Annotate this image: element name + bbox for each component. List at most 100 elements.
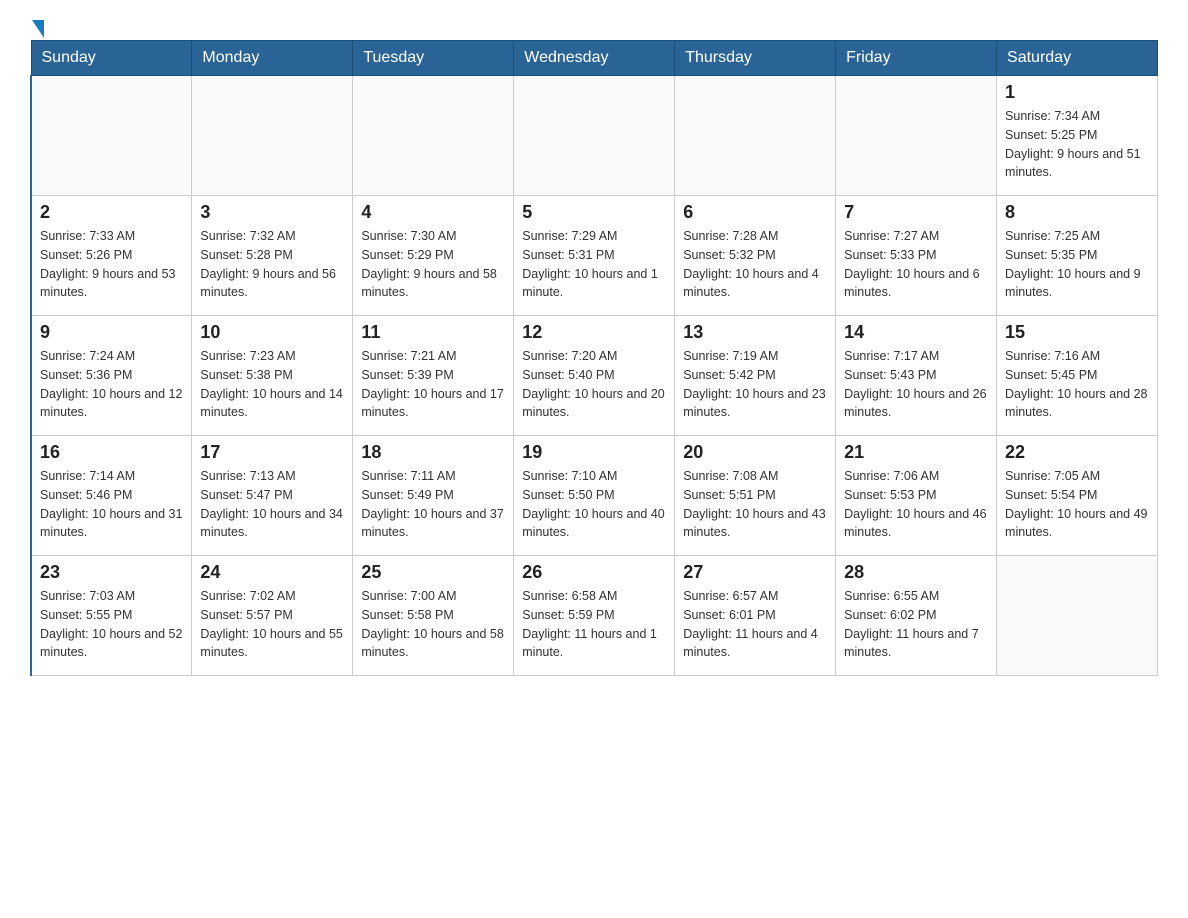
day-info-text: Daylight: 10 hours and 37 minutes. — [361, 505, 505, 543]
day-info-text: Sunset: 5:46 PM — [40, 486, 183, 505]
day-info-text: Sunset: 5:50 PM — [522, 486, 666, 505]
day-number: 9 — [40, 322, 183, 343]
day-info-text: Daylight: 10 hours and 40 minutes. — [522, 505, 666, 543]
day-info-text: Sunset: 5:32 PM — [683, 246, 827, 265]
day-info-text: Sunset: 5:47 PM — [200, 486, 344, 505]
day-info-text: Daylight: 10 hours and 58 minutes. — [361, 625, 505, 663]
day-info-text: Daylight: 10 hours and 55 minutes. — [200, 625, 344, 663]
day-info-text: Daylight: 11 hours and 1 minute. — [522, 625, 666, 663]
day-info-text: Daylight: 10 hours and 49 minutes. — [1005, 505, 1149, 543]
day-info-text: Sunrise: 7:34 AM — [1005, 107, 1149, 126]
calendar-header-row: SundayMondayTuesdayWednesdayThursdayFrid… — [31, 41, 1158, 76]
day-info-text: Sunrise: 7:25 AM — [1005, 227, 1149, 246]
day-info-text: Sunrise: 6:58 AM — [522, 587, 666, 606]
calendar-day-cell: 14Sunrise: 7:17 AMSunset: 5:43 PMDayligh… — [836, 316, 997, 436]
calendar-day-cell — [514, 76, 675, 196]
day-info-text: Sunset: 5:26 PM — [40, 246, 183, 265]
day-info-text: Sunrise: 7:06 AM — [844, 467, 988, 486]
day-number: 28 — [844, 562, 988, 583]
day-number: 24 — [200, 562, 344, 583]
calendar-day-cell: 16Sunrise: 7:14 AMSunset: 5:46 PMDayligh… — [31, 436, 192, 556]
day-info-text: Sunrise: 7:11 AM — [361, 467, 505, 486]
day-info-text: Sunrise: 7:10 AM — [522, 467, 666, 486]
day-info-text: Sunset: 5:45 PM — [1005, 366, 1149, 385]
day-info-text: Sunrise: 7:24 AM — [40, 347, 183, 366]
day-info-text: Sunrise: 7:19 AM — [683, 347, 827, 366]
calendar-day-cell: 13Sunrise: 7:19 AMSunset: 5:42 PMDayligh… — [675, 316, 836, 436]
day-info-text: Daylight: 10 hours and 14 minutes. — [200, 385, 344, 423]
day-info-text: Sunrise: 7:16 AM — [1005, 347, 1149, 366]
day-number: 18 — [361, 442, 505, 463]
day-number: 16 — [40, 442, 183, 463]
day-number: 25 — [361, 562, 505, 583]
day-info-text: Sunrise: 7:00 AM — [361, 587, 505, 606]
day-number: 4 — [361, 202, 505, 223]
calendar-day-cell: 25 Sunrise: 7:00 AMSunset: 5:58 PMDayligh… — [353, 556, 514, 676]
day-info-text: Daylight: 10 hours and 6 minutes. — [844, 265, 988, 303]
day-of-week-header: Sunday — [31, 41, 192, 76]
calendar-day-cell: 17Sunrise: 7:13 AMSunset: 5:47 PMDayligh… — [192, 436, 353, 556]
day-of-week-header: Saturday — [997, 41, 1158, 76]
day-number: 6 — [683, 202, 827, 223]
day-info-text: Sunset: 5:39 PM — [361, 366, 505, 385]
day-info-text: Daylight: 10 hours and 28 minutes. — [1005, 385, 1149, 423]
calendar-day-cell: 15 Sunrise: 7:16 AMSunset: 5:45 PMDayligh… — [997, 316, 1158, 436]
day-info-text: Sunrise: 7:08 AM — [683, 467, 827, 486]
calendar-day-cell — [836, 76, 997, 196]
day-info-text: Sunset: 5:57 PM — [200, 606, 344, 625]
logo-triangle-icon — [32, 20, 44, 38]
calendar-day-cell: 7Sunrise: 7:27 AMSunset: 5:33 PMDaylight… — [836, 196, 997, 316]
week-row: 9Sunrise: 7:24 AMSunset: 5:36 PMDaylight… — [31, 316, 1158, 436]
day-info-text: Sunrise: 7:02 AM — [200, 587, 344, 606]
calendar-day-cell: 5Sunrise: 7:29 AMSunset: 5:31 PMDaylight… — [514, 196, 675, 316]
day-number: 19 — [522, 442, 666, 463]
page-header — [30, 20, 1158, 30]
day-info-text: Sunset: 5:35 PM — [1005, 246, 1149, 265]
day-info-text: Sunrise: 7:23 AM — [200, 347, 344, 366]
logo — [30, 20, 44, 30]
calendar-day-cell: 1Sunrise: 7:34 AMSunset: 5:25 PMDaylight… — [997, 76, 1158, 196]
day-info-text: Daylight: 10 hours and 9 minutes. — [1005, 265, 1149, 303]
day-info-text: Sunset: 5:42 PM — [683, 366, 827, 385]
day-info-text: Sunrise: 7:29 AM — [522, 227, 666, 246]
day-number: 26 — [522, 562, 666, 583]
day-info-text: Daylight: 10 hours and 20 minutes. — [522, 385, 666, 423]
calendar-table: SundayMondayTuesdayWednesdayThursdayFrid… — [30, 40, 1158, 676]
day-info-text: Sunset: 5:29 PM — [361, 246, 505, 265]
week-row: 23Sunrise: 7:03 AMSunset: 5:55 PMDayligh… — [31, 556, 1158, 676]
day-info-text: Sunrise: 7:32 AM — [200, 227, 344, 246]
week-row: 16Sunrise: 7:14 AMSunset: 5:46 PMDayligh… — [31, 436, 1158, 556]
day-info-text: Daylight: 10 hours and 43 minutes. — [683, 505, 827, 543]
day-info-text: Daylight: 10 hours and 31 minutes. — [40, 505, 183, 543]
day-number: 27 — [683, 562, 827, 583]
day-info-text: Sunset: 5:58 PM — [361, 606, 505, 625]
day-number: 15 — [1005, 322, 1149, 343]
day-info-text: Sunrise: 7:33 AM — [40, 227, 183, 246]
calendar-day-cell: 10 Sunrise: 7:23 AMSunset: 5:38 PMDayligh… — [192, 316, 353, 436]
week-row: 2Sunrise: 7:33 AMSunset: 5:26 PMDaylight… — [31, 196, 1158, 316]
day-info-text: Sunrise: 6:57 AM — [683, 587, 827, 606]
day-number: 10 — [200, 322, 344, 343]
calendar-day-cell: 6Sunrise: 7:28 AMSunset: 5:32 PMDaylight… — [675, 196, 836, 316]
day-number: 3 — [200, 202, 344, 223]
day-number: 8 — [1005, 202, 1149, 223]
day-number: 23 — [40, 562, 183, 583]
calendar-day-cell: 21Sunrise: 7:06 AMSunset: 5:53 PMDayligh… — [836, 436, 997, 556]
day-info-text: Sunset: 5:38 PM — [200, 366, 344, 385]
calendar-day-cell: 11Sunrise: 7:21 AMSunset: 5:39 PMDayligh… — [353, 316, 514, 436]
day-number: 7 — [844, 202, 988, 223]
day-of-week-header: Thursday — [675, 41, 836, 76]
day-info-text: Sunset: 5:43 PM — [844, 366, 988, 385]
day-info-text: Daylight: 10 hours and 52 minutes. — [40, 625, 183, 663]
day-info-text: Sunset: 5:53 PM — [844, 486, 988, 505]
day-info-text: Daylight: 11 hours and 4 minutes. — [683, 625, 827, 663]
day-info-text: Sunrise: 7:20 AM — [522, 347, 666, 366]
day-of-week-header: Friday — [836, 41, 997, 76]
day-info-text: Daylight: 10 hours and 46 minutes. — [844, 505, 988, 543]
day-info-text: Daylight: 10 hours and 17 minutes. — [361, 385, 505, 423]
day-number: 5 — [522, 202, 666, 223]
calendar-day-cell: 20Sunrise: 7:08 AMSunset: 5:51 PMDayligh… — [675, 436, 836, 556]
calendar-day-cell: 3Sunrise: 7:32 AMSunset: 5:28 PMDaylight… — [192, 196, 353, 316]
calendar-day-cell: 28Sunrise: 6:55 AMSunset: 6:02 PMDayligh… — [836, 556, 997, 676]
calendar-day-cell: 12Sunrise: 7:20 AMSunset: 5:40 PMDayligh… — [514, 316, 675, 436]
